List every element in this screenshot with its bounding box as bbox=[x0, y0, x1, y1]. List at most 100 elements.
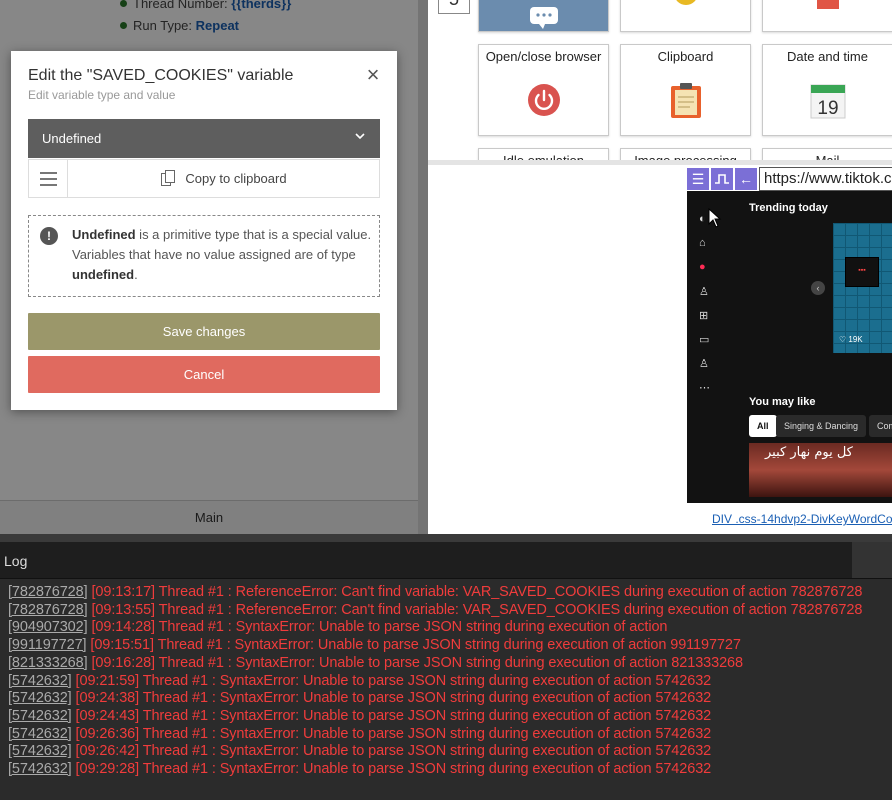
tile-chrome[interactable] bbox=[620, 0, 751, 32]
more-icon[interactable]: ⋯ bbox=[699, 381, 710, 394]
browser-view: ☰ ← https://www.tiktok.com ◐ ⌂ ● ♙ ⊞ ▭ ♙… bbox=[428, 165, 892, 534]
type-info-box: ! Undefined is a primitive type that is … bbox=[28, 215, 380, 297]
log-action-id-link[interactable]: [5742632] bbox=[8, 708, 72, 724]
exclamation-icon: ! bbox=[40, 227, 58, 245]
log-message: [09:26:36] Thread #1 : SyntaxError: Unab… bbox=[75, 725, 712, 742]
log-entry: [5742632] [09:21:59] Thread #1 : SyntaxE… bbox=[8, 673, 711, 689]
copy-icon bbox=[161, 170, 176, 186]
following-icon[interactable]: ♙ bbox=[699, 285, 709, 298]
value-toolbar: Copy to clipboard bbox=[28, 159, 380, 198]
url-input[interactable]: https://www.tiktok.com bbox=[759, 167, 892, 191]
log-message: [09:24:43] Thread #1 : SyntaxError: Unab… bbox=[75, 707, 712, 724]
log-entry: [5742632] [09:24:43] Thread #1 : SyntaxE… bbox=[8, 708, 711, 724]
log-body: [782876728] [09:13:17] Thread #1 : Refer… bbox=[0, 578, 892, 800]
log-entry: [5742632] [09:26:42] Thread #1 : SyntaxE… bbox=[8, 743, 711, 759]
pulse-icon[interactable] bbox=[711, 168, 733, 190]
log-title: Log bbox=[4, 553, 28, 569]
copy-label: Copy to clipboard bbox=[185, 171, 287, 186]
log-entry: [5742632] [09:24:38] Thread #1 : SyntaxE… bbox=[8, 690, 711, 706]
tiktok-page: ◐ ⌂ ● ♙ ⊞ ▭ ♙ ⋯ Trending today ‹ ▪▪▪ ♡ 1… bbox=[687, 191, 892, 503]
edit-variable-modal: Edit the "SAVED_COOKIES" variable Edit v… bbox=[11, 51, 397, 410]
tile-clipboard[interactable]: Clipboard bbox=[620, 44, 751, 136]
chevron-left-icon[interactable]: ‹ bbox=[811, 281, 825, 295]
log-message: [09:24:38] Thread #1 : SyntaxError: Unab… bbox=[75, 690, 712, 707]
log-entry: [782876728] [09:13:55] Thread #1 : Refer… bbox=[8, 602, 862, 618]
save-changes-button[interactable]: Save changes bbox=[28, 313, 380, 350]
log-entry: [5742632] [09:29:28] Thread #1 : SyntaxE… bbox=[8, 761, 711, 777]
chat-icon bbox=[529, 7, 559, 34]
tile-date-and-time[interactable]: Date and time 19 bbox=[762, 44, 892, 136]
chevron-down-icon bbox=[354, 119, 366, 158]
menu-icon[interactable]: ☰ bbox=[687, 168, 709, 190]
puzzle-icon bbox=[815, 0, 841, 16]
log-title-bar: Log bbox=[0, 542, 892, 578]
log-action-id-link[interactable]: [5742632] bbox=[8, 726, 72, 742]
trending-video[interactable]: ▪▪▪ ♡ 19K bbox=[833, 223, 892, 353]
cancel-button[interactable]: Cancel bbox=[28, 356, 380, 393]
chip-singing-dancing[interactable]: Singing & Dancing bbox=[776, 415, 867, 437]
log-title-edge bbox=[852, 542, 892, 578]
log-entry: [782876728] [09:13:17] Thread #1 : Refer… bbox=[8, 584, 862, 600]
log-message: [09:13:17] Thread #1 : ReferenceError: C… bbox=[91, 584, 863, 600]
copy-to-clipboard-button[interactable]: Copy to clipboard bbox=[68, 160, 380, 197]
live-icon[interactable]: ▭ bbox=[699, 333, 709, 346]
element-path-link[interactable]: DIV .css-14hdvp2-DivKeyWordContainer bbox=[712, 512, 892, 526]
menu-icon[interactable] bbox=[29, 160, 68, 197]
log-action-id-link[interactable]: [782876728] bbox=[8, 602, 88, 618]
explore-icon[interactable]: ● bbox=[699, 261, 706, 273]
log-entry: [5742632] [09:26:36] Thread #1 : SyntaxE… bbox=[8, 726, 711, 742]
close-icon[interactable]: × bbox=[363, 64, 383, 86]
chip-comedy[interactable]: Comedy bbox=[869, 415, 892, 437]
log-message: [09:16:28] Thread #1 : SyntaxError: Unab… bbox=[91, 654, 743, 671]
tile-open-close-browser[interactable]: Open/close browser bbox=[478, 44, 609, 136]
tile-messages[interactable] bbox=[478, 0, 609, 32]
home-icon[interactable]: ⌂ bbox=[699, 237, 706, 249]
calendar-day: 19 bbox=[817, 98, 838, 119]
thumbnail-text: كل يوم نهار كبير bbox=[765, 445, 853, 460]
log-action-id-link[interactable]: [5742632] bbox=[8, 690, 72, 706]
video-pattern bbox=[833, 223, 892, 353]
calendar-icon: 19 bbox=[810, 83, 846, 124]
log-message: [09:14:28] Thread #1 : SyntaxError: Unab… bbox=[91, 619, 668, 636]
log-message: [09:29:28] Thread #1 : SyntaxError: Unab… bbox=[75, 761, 712, 777]
tile-label: Clipboard bbox=[657, 49, 714, 64]
trending-title: Trending today bbox=[749, 202, 828, 214]
tiktok-logo-icon[interactable]: ◐ bbox=[699, 213, 706, 225]
log-action-id-link[interactable]: [5742632] bbox=[8, 743, 72, 759]
log-message: [09:21:59] Thread #1 : SyntaxError: Unab… bbox=[75, 672, 712, 689]
actions-panel: 5 Open/close browser Clipboard Date and … bbox=[428, 0, 892, 162]
log-action-id-link[interactable]: [821333268] bbox=[8, 655, 88, 671]
tile-label: Date and time bbox=[787, 49, 868, 64]
log-action-id-link[interactable]: [904907302] bbox=[8, 619, 88, 635]
tile-label: Open/close browser bbox=[485, 49, 602, 64]
back-arrow-icon[interactable]: ← bbox=[735, 168, 757, 190]
tile-puzzle[interactable] bbox=[762, 0, 892, 32]
mouse-cursor-icon bbox=[708, 208, 722, 228]
you-may-like-title: You may like bbox=[749, 396, 816, 408]
recommended-video-thumbnail[interactable]: كل يوم نهار كبير bbox=[749, 443, 892, 497]
counter-box[interactable]: 5 bbox=[438, 0, 470, 14]
log-message: [09:15:51] Thread #1 : SyntaxError: Unab… bbox=[90, 637, 741, 654]
log-entry: [904907302] [09:14:28] Thread #1 : Synta… bbox=[8, 619, 667, 635]
log-action-id-link[interactable]: [782876728] bbox=[8, 584, 88, 600]
video-sign: ▪▪▪ bbox=[845, 257, 879, 287]
chrome-icon bbox=[673, 0, 699, 12]
modal-subtitle: Edit variable type and value bbox=[28, 88, 176, 102]
profile-icon[interactable]: ♙ bbox=[699, 357, 709, 370]
variable-type-select[interactable]: Undefined bbox=[28, 119, 380, 158]
variable-type-value: Undefined bbox=[42, 131, 102, 146]
log-splitter[interactable] bbox=[0, 534, 892, 542]
log-entry: [821333268] [09:16:28] Thread #1 : Synta… bbox=[8, 655, 743, 671]
modal-title: Edit the "SAVED_COOKIES" variable bbox=[28, 67, 294, 84]
log-entry: [991197727] [09:15:51] Thread #1 : Synta… bbox=[8, 637, 741, 653]
log-message: [09:26:42] Thread #1 : SyntaxError: Unab… bbox=[75, 743, 712, 760]
log-action-id-link[interactable]: [5742632] bbox=[8, 761, 72, 777]
log-action-id-link[interactable]: [991197727] bbox=[8, 637, 87, 653]
power-icon bbox=[527, 83, 561, 122]
chip-all[interactable]: All bbox=[749, 415, 777, 437]
clipboard-icon bbox=[670, 83, 702, 124]
log-action-id-link[interactable]: [5742632] bbox=[8, 673, 72, 689]
upload-icon[interactable]: ⊞ bbox=[699, 309, 708, 322]
video-likes: ♡ 19K bbox=[839, 335, 863, 344]
type-info-text: Undefined is a primitive type that is a … bbox=[72, 227, 372, 282]
